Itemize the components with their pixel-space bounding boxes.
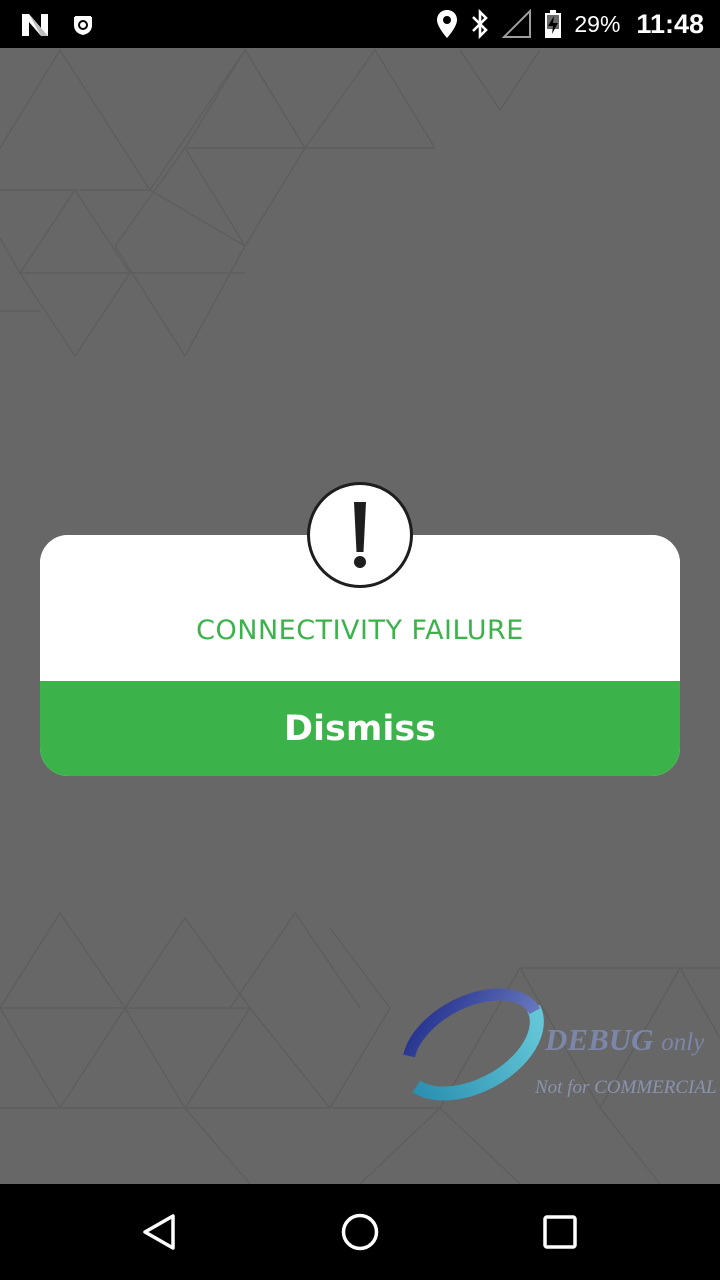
back-icon — [143, 1214, 175, 1250]
watermark-text: DEBUG only — [545, 1022, 704, 1058]
exclamation-icon — [307, 482, 413, 588]
n-app-icon — [20, 12, 50, 38]
recents-button[interactable] — [536, 1208, 584, 1256]
debug-watermark: DEBUG only Not for COMMERCIAL — [395, 980, 720, 1110]
watermark-suffix: only — [661, 1029, 705, 1056]
shield-app-icon — [72, 14, 94, 36]
back-button[interactable] — [136, 1208, 184, 1256]
screen: 29% 11:48 CONNECTIVITY FAILURE Dismiss D… — [0, 0, 720, 1280]
watermark-note: Not for COMMERCIAL — [535, 1077, 717, 1098]
dialog-title: CONNECTIVITY FAILURE — [196, 615, 524, 646]
notification-area — [20, 10, 94, 40]
no-signal-icon — [502, 9, 532, 39]
battery-percent: 29% — [574, 10, 621, 37]
clock: 11:48 — [636, 8, 704, 39]
recents-icon — [543, 1215, 577, 1249]
status-bar: 29% 11:48 — [0, 0, 720, 48]
bluetooth-icon — [470, 9, 490, 39]
navigation-bar — [0, 1184, 720, 1280]
watermark-logo-icon — [396, 983, 544, 1101]
system-status: 29% 11:48 — [436, 0, 704, 48]
watermark-main: DEBUG — [545, 1022, 654, 1057]
battery-charging-icon — [544, 9, 562, 39]
location-icon — [436, 9, 458, 39]
dismiss-button[interactable]: Dismiss — [40, 681, 680, 776]
home-icon — [341, 1213, 379, 1251]
home-button[interactable] — [336, 1208, 384, 1256]
